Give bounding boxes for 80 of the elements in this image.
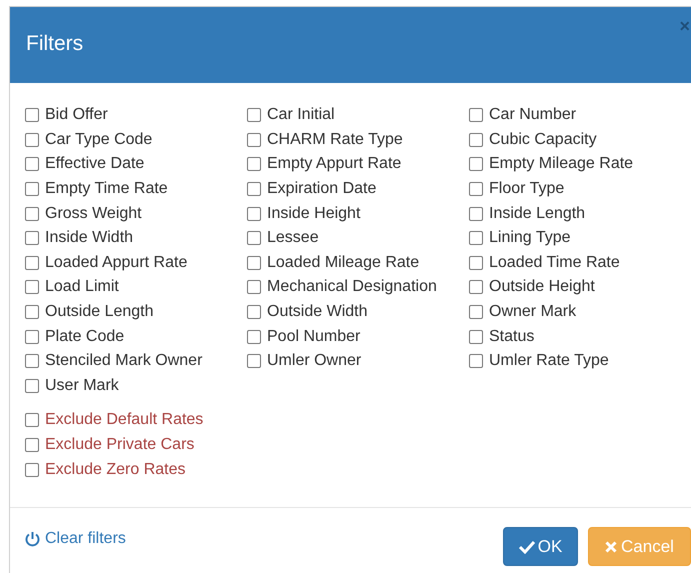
checkbox[interactable] [247,157,261,172]
checkbox-label: Car Type Code [45,130,152,150]
checkbox[interactable] [469,354,483,368]
checkbox[interactable] [469,182,483,196]
checkbox-label: Bid Offer [45,105,108,126]
checkbox[interactable] [469,206,483,221]
checkbox[interactable] [247,305,261,320]
checkbox-label: Floor Type [489,179,564,200]
checkbox-label: Status [489,326,534,347]
checkbox-label: Cubic Capacity [489,130,597,150]
checkbox-label: Loaded Appurt Rate [45,252,188,273]
checkbox-label: Exclude Default Rates [45,410,204,430]
checkbox-label: Mechanical Designation [267,277,437,298]
checkbox[interactable] [25,231,39,246]
checkbox[interactable] [25,305,39,320]
checkbox-label: Empty Appurt Rate [267,154,402,174]
checkbox[interactable] [25,330,39,344]
checkbox-label: Car Initial [267,105,335,126]
checkbox-label: Inside Width [45,228,134,248]
checkbox[interactable] [25,157,39,172]
checkbox[interactable] [469,108,483,122]
checkbox[interactable] [247,256,261,270]
ok-button[interactable]: OK [503,527,578,566]
checkbox[interactable] [25,256,39,270]
checkbox-label: Outside Width [267,302,368,322]
checkbox[interactable] [25,280,39,294]
checkbox-label: Empty Time Rate [45,179,168,200]
checkbox[interactable] [469,132,483,147]
close-icon [605,540,618,552]
clear-filters-link[interactable]: Clear filters [25,527,126,551]
checkbox-label: Owner Mark [489,302,576,322]
checkbox[interactable] [469,231,483,246]
checkbox-label: Umler Owner [267,351,362,372]
checkbox[interactable] [469,157,483,172]
checkbox[interactable] [25,354,39,368]
checkbox[interactable] [469,305,483,320]
dialog-title: Filters [26,31,84,57]
checkbox[interactable] [247,330,261,344]
checkbox[interactable] [25,108,39,122]
checkbox-label: Inside Length [489,204,586,224]
checkbox-label: User Mark [45,376,119,396]
check-icon [518,540,535,554]
checkbox[interactable] [247,108,261,122]
checkbox[interactable] [469,330,483,344]
checkbox-label: Exclude Zero Rates [45,460,186,480]
checkbox[interactable] [469,256,483,270]
checkbox-label: Effective Date [45,154,144,174]
checkbox[interactable] [247,231,261,246]
checkbox[interactable] [469,280,483,294]
checkbox[interactable] [25,438,39,452]
checkbox[interactable] [25,206,39,221]
checkbox-label: Pool Number [267,326,360,347]
checkbox-label: Inside Height [267,204,360,224]
checkbox[interactable] [25,462,39,477]
checkbox-label: Exclude Private Cars [45,435,194,456]
checkbox-label: Umler Rate Type [489,351,609,372]
checkbox[interactable] [25,378,39,393]
checkbox[interactable] [247,354,261,368]
checkbox[interactable] [25,182,39,196]
checkbox-label: Empty Mileage Rate [489,154,634,174]
checkbox-label: Loaded Time Rate [489,252,620,273]
checkbox-label: Stenciled Mark Owner [45,351,202,372]
checkbox-label: Lessee [267,228,319,248]
checkbox-label: Outside Height [489,277,595,298]
checkbox[interactable] [25,132,39,147]
checkbox[interactable] [247,182,261,196]
checkbox[interactable] [247,132,261,147]
power-icon [25,531,40,547]
checkbox-label: Load Limit [45,277,119,298]
checkbox-label: Expiration Date [267,179,376,200]
checkbox[interactable] [25,413,39,428]
checkbox-label: Gross Weight [45,204,142,224]
checkbox-label: Loaded Mileage Rate [267,252,420,273]
checkbox-label: Outside Length [45,302,154,322]
checkbox[interactable] [247,206,261,221]
checkbox-label: Plate Code [45,326,124,347]
checkbox-label: Lining Type [489,228,571,248]
checkbox[interactable] [247,280,261,294]
checkbox-label: CHARM Rate Type [267,130,403,150]
checkbox-label: Car Number [489,105,576,126]
